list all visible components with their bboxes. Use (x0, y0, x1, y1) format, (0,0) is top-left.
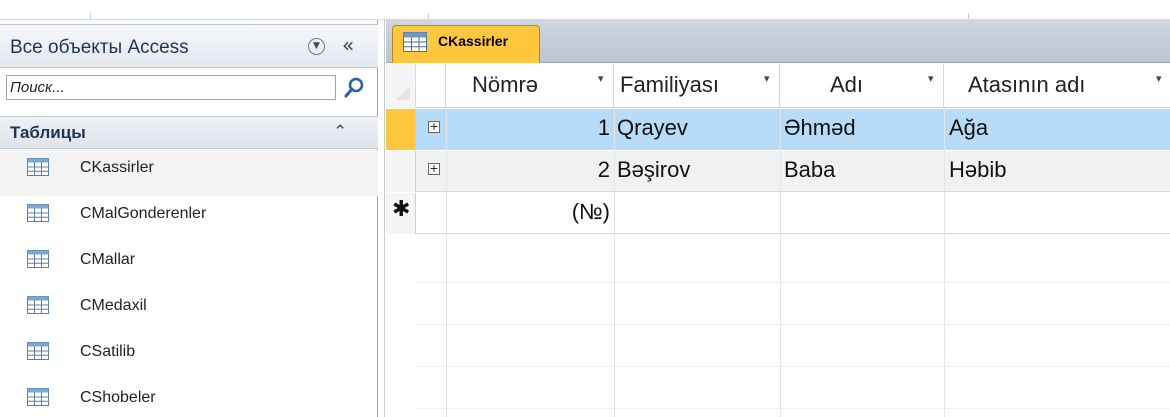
column-header-atasinin-adi[interactable]: Atasının adı ▾ (944, 64, 1170, 108)
cell-nomre[interactable]: 1 (598, 115, 610, 141)
table-icon (27, 158, 49, 176)
cell-ad[interactable]: Baba (784, 157, 835, 183)
new-record-asterisk-icon: ✱ (392, 197, 411, 222)
nav-item-label: CMalGonderenler (80, 205, 207, 222)
search-field[interactable] (6, 75, 336, 100)
table-row[interactable]: + 2 Bəşirov Baba Həbib (386, 151, 1170, 192)
grid-line (416, 408, 1170, 409)
column-header-label: Adı (830, 72, 864, 97)
chevron-down-icon[interactable]: ▾ (1156, 72, 1162, 85)
nav-item-label: CKassirler (80, 159, 154, 176)
table-icon (403, 32, 427, 52)
table-row[interactable]: + 1 Qrayev Əhməd Ağa (386, 109, 1170, 150)
double-chevron-left-icon[interactable]: « (342, 35, 354, 55)
ruler-tick (428, 13, 429, 19)
chevron-down-icon[interactable]: ▾ (598, 72, 604, 85)
grid-column-line (944, 108, 945, 417)
table-icon (27, 388, 49, 406)
cell-ata[interactable]: Ağa (949, 115, 988, 141)
cell-ata[interactable]: Həbib (949, 157, 1006, 183)
grid-line (416, 324, 1170, 325)
cell-nomre-placeholder[interactable]: (№) (572, 199, 610, 225)
top-strip (0, 0, 1170, 20)
select-all-corner[interactable] (386, 64, 416, 108)
table-icon (27, 342, 49, 360)
expand-plus-icon[interactable]: + (428, 121, 440, 133)
cell-nomre[interactable]: 2 (598, 157, 610, 183)
tab-label: CKassirler (438, 33, 509, 49)
nav-item-cshobeler[interactable]: CShobeler (0, 380, 378, 417)
table-icon (27, 204, 49, 222)
nav-pane-header[interactable]: Все объекты Access ▼ « (0, 24, 378, 68)
datasheet-grid: Nömrə ▾ Familiyası ▾ Adı ▾ Atasının adı … (386, 64, 1170, 417)
nav-item-csatilib[interactable]: CSatilib (0, 334, 378, 380)
chevron-down-icon[interactable]: ▾ (928, 72, 934, 85)
grid-column-line (446, 108, 447, 417)
group-header-tables[interactable]: Таблицы ⌃ (0, 116, 378, 149)
group-title: Таблицы (10, 123, 86, 142)
new-record-row[interactable]: ✱ (№) (386, 193, 1170, 234)
nav-pane-title: Все объекты Access (10, 37, 189, 58)
corner-triangle-icon (396, 86, 410, 100)
document-area: CKassirler Nömrə ▾ Familiyası ▾ Adı ▾ At… (386, 20, 1170, 417)
navigation-pane: Все объекты Access ▼ « Таблицы ⌃ CKassir… (0, 20, 378, 417)
nav-object-list: CKassirler CMalGonderenler CMallar CMeda… (0, 150, 378, 417)
nav-item-ckassirler[interactable]: CKassirler (0, 150, 378, 196)
nav-item-label: CMallar (80, 251, 136, 268)
column-header-familiyasi[interactable]: Familiyası ▾ (614, 64, 780, 108)
double-chevron-up-icon[interactable]: ⌃ (333, 122, 347, 142)
column-header-label: Familiyası (620, 72, 720, 97)
expander-header (416, 64, 446, 108)
document-tab-bar: CKassirler (386, 20, 1170, 63)
tab-ckassirler[interactable]: CKassirler (392, 25, 540, 63)
search-input[interactable] (7, 76, 335, 99)
table-icon (27, 250, 49, 268)
column-header-label: Nömrə (472, 72, 539, 97)
expand-plus-icon[interactable]: + (428, 163, 440, 175)
grid-header-row: Nömrə ▾ Familiyası ▾ Adı ▾ Atasının adı … (386, 64, 1170, 108)
grid-line (416, 366, 1170, 367)
chevron-down-icon[interactable]: ▾ (764, 72, 770, 85)
nav-item-label: CSatilib (80, 343, 136, 360)
column-header-nomre[interactable]: Nömrə ▾ (446, 64, 614, 108)
nav-item-label: CMedaxil (80, 297, 147, 314)
column-header-label: Atasının adı (968, 72, 1086, 97)
record-selector[interactable] (386, 109, 416, 150)
nav-item-cmalgonderenler[interactable]: CMalGonderenler (0, 196, 378, 242)
ruler-tick (90, 13, 91, 19)
nav-item-label: CShobeler (80, 389, 156, 406)
column-header-adi[interactable]: Adı ▾ (780, 64, 944, 108)
grid-column-line (614, 108, 615, 417)
grid-column-line (780, 108, 781, 417)
cell-familiya[interactable]: Qrayev (617, 115, 688, 141)
record-selector[interactable]: ✱ (386, 193, 416, 234)
grid-line (416, 282, 1170, 283)
table-icon (27, 296, 49, 314)
record-selector[interactable] (386, 151, 416, 192)
cell-familiya[interactable]: Bəşirov (617, 157, 690, 183)
nav-item-cmallar[interactable]: CMallar (0, 242, 378, 288)
search-icon[interactable] (342, 76, 366, 100)
ruler-tick (968, 13, 969, 19)
cell-ad[interactable]: Əhməd (784, 115, 856, 141)
pane-splitter[interactable] (379, 20, 385, 417)
nav-item-cmedaxil[interactable]: CMedaxil (0, 288, 378, 334)
chevron-circle-down-icon[interactable]: ▼ (308, 38, 325, 55)
